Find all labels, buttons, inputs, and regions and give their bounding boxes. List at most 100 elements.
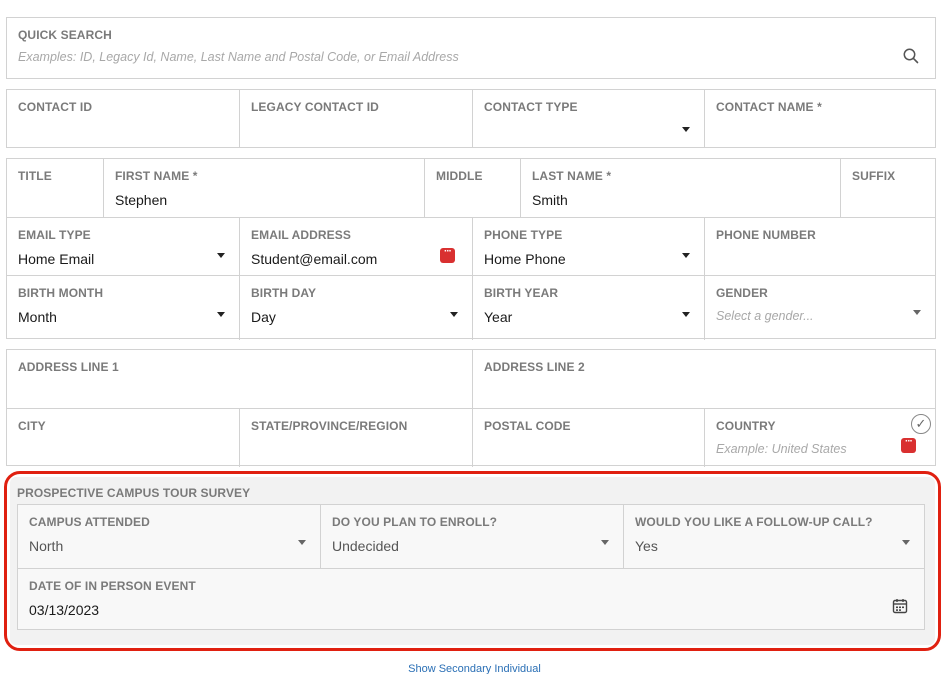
city-label: CITY [18,419,46,433]
last-name-field[interactable]: LAST NAME * Smith [520,159,840,217]
state-label: STATE/PROVINCE/REGION [251,419,408,433]
autofill-icon[interactable] [440,246,455,263]
verified-check-icon[interactable]: ✓ [911,414,931,434]
legacy-contact-id-field[interactable]: LEGACY CONTACT ID [239,90,472,147]
middle-name-field[interactable]: MIDDLE [424,159,520,217]
suffix-field[interactable]: SUFFIX [840,159,935,217]
country-field[interactable]: COUNTRY Example: United States ✓ [704,409,935,467]
campus-attended-label: CAMPUS ATTENDED [29,515,150,529]
address-line-1-field[interactable]: ADDRESS LINE 1 [7,350,472,408]
plan-to-enroll-select[interactable]: DO YOU PLAN TO ENROLL? Undecided [320,505,623,568]
quick-search-box[interactable]: QUICK SEARCH Examples: ID, Legacy Id, Na… [6,17,936,79]
email-row: EMAIL TYPE Home Email EMAIL ADDRESS Stud… [7,217,935,275]
birth-year-value: Year [484,309,513,325]
birth-year-select[interactable]: BIRTH YEAR Year [472,276,704,340]
phone-type-label: PHONE TYPE [484,228,563,242]
legacy-contact-id-label: LEGACY CONTACT ID [251,100,379,114]
phone-number-field[interactable]: PHONE NUMBER [704,218,935,275]
contact-type-select[interactable]: CONTACT TYPE [472,90,704,147]
chevron-down-icon[interactable] [902,540,910,545]
follow-up-call-value: Yes [635,538,658,554]
contact-section: CONTACT ID LEGACY CONTACT ID CONTACT TYP… [6,89,936,148]
email-type-label: EMAIL TYPE [18,228,91,242]
first-name-value: Stephen [115,192,168,208]
contact-name-label: CONTACT NAME * [716,100,822,114]
quick-search-input[interactable]: Examples: ID, Legacy Id, Name, Last Name… [18,50,459,64]
birth-month-label: BIRTH MONTH [18,286,104,300]
name-row: TITLE FIRST NAME * Stephen MIDDLE LAST N… [7,159,935,217]
email-type-select[interactable]: EMAIL TYPE Home Email [7,218,239,275]
birth-row: BIRTH MONTH Month BIRTH DAY Day BIRTH YE… [7,275,935,340]
last-name-value: Smith [532,192,568,208]
country-placeholder: Example: United States [716,442,847,456]
survey-panel: PROSPECTIVE CAMPUS TOUR SURVEY CAMPUS AT… [10,477,935,645]
follow-up-call-select[interactable]: WOULD YOU LIKE A FOLLOW-UP CALL? Yes [623,505,924,568]
birth-day-value: Day [251,309,276,325]
last-name-label: LAST NAME * [532,169,612,183]
autofill-icon[interactable] [901,436,916,453]
phone-type-value: Home Phone [484,251,566,267]
contact-name-field[interactable]: CONTACT NAME * [704,90,935,147]
phone-number-label: PHONE NUMBER [716,228,816,242]
address-line-2-field[interactable]: ADDRESS LINE 2 [472,350,935,408]
chevron-down-icon[interactable] [913,310,921,315]
phone-type-select[interactable]: PHONE TYPE Home Phone [472,218,704,275]
campus-attended-value: North [29,538,64,554]
title-label: TITLE [18,169,52,183]
survey-row-2: DATE OF IN PERSON EVENT 03/13/2023 [18,568,924,631]
email-address-value[interactable]: Student@email.com [251,251,461,267]
birth-day-select[interactable]: BIRTH DAY Day [239,276,472,340]
first-name-field[interactable]: FIRST NAME * Stephen [103,159,424,217]
chevron-down-icon[interactable] [217,312,225,317]
title-field[interactable]: TITLE [7,159,103,217]
city-field[interactable]: CITY [7,409,239,467]
search-icon[interactable] [903,48,919,64]
chevron-down-icon[interactable] [217,253,225,258]
chevron-down-icon[interactable] [682,312,690,317]
birth-year-label: BIRTH YEAR [484,286,559,300]
email-address-label: EMAIL ADDRESS [251,228,351,242]
gender-label: GENDER [716,286,768,300]
country-label: COUNTRY [716,419,776,433]
campus-attended-select[interactable]: CAMPUS ATTENDED North [18,505,320,568]
event-date-field[interactable]: DATE OF IN PERSON EVENT 03/13/2023 [18,569,924,631]
show-secondary-individual-link[interactable]: Show Secondary Individual [0,663,949,674]
contact-id-label: CONTACT ID [18,100,93,114]
contact-type-label: CONTACT TYPE [484,100,578,114]
birth-day-label: BIRTH DAY [251,286,317,300]
personal-info-section: TITLE FIRST NAME * Stephen MIDDLE LAST N… [6,158,936,340]
chevron-down-icon[interactable] [298,540,306,545]
gender-placeholder: Select a gender... [716,309,814,323]
email-address-field[interactable]: EMAIL ADDRESS Student@email.com [239,218,472,275]
calendar-icon[interactable] [892,598,908,614]
address-row: ADDRESS LINE 1 ADDRESS LINE 2 [7,350,935,408]
birth-month-value: Month [18,309,57,325]
survey-highlight: PROSPECTIVE CAMPUS TOUR SURVEY CAMPUS AT… [4,471,941,651]
plan-to-enroll-value: Undecided [332,538,399,554]
survey-fields: CAMPUS ATTENDED North DO YOU PLAN TO ENR… [17,504,925,630]
contact-id-field[interactable]: CONTACT ID [7,90,239,147]
survey-title: PROSPECTIVE CAMPUS TOUR SURVEY [17,486,251,500]
event-date-value[interactable]: 03/13/2023 [29,602,913,618]
survey-row-1: CAMPUS ATTENDED North DO YOU PLAN TO ENR… [18,505,924,568]
chevron-down-icon[interactable] [682,253,690,258]
email-type-value: Home Email [18,251,95,267]
first-name-label: FIRST NAME * [115,169,198,183]
chevron-down-icon[interactable] [450,312,458,317]
chevron-down-icon[interactable] [601,540,609,545]
gender-select[interactable]: GENDER Select a gender... [704,276,935,340]
city-row: CITY STATE/PROVINCE/REGION POSTAL CODE C… [7,408,935,467]
middle-label: MIDDLE [436,169,483,183]
postal-code-field[interactable]: POSTAL CODE [472,409,704,467]
event-date-label: DATE OF IN PERSON EVENT [29,579,196,593]
quick-search-label: QUICK SEARCH [18,28,112,42]
postal-code-label: POSTAL CODE [484,419,571,433]
chevron-down-icon[interactable] [682,127,690,132]
follow-up-call-label: WOULD YOU LIKE A FOLLOW-UP CALL? [635,515,873,529]
address-line-2-label: ADDRESS LINE 2 [484,360,585,374]
birth-month-select[interactable]: BIRTH MONTH Month [7,276,239,340]
address-section: ADDRESS LINE 1 ADDRESS LINE 2 CITY STATE… [6,349,936,467]
suffix-label: SUFFIX [852,169,896,183]
address-line-1-label: ADDRESS LINE 1 [18,360,119,374]
state-field[interactable]: STATE/PROVINCE/REGION [239,409,472,467]
